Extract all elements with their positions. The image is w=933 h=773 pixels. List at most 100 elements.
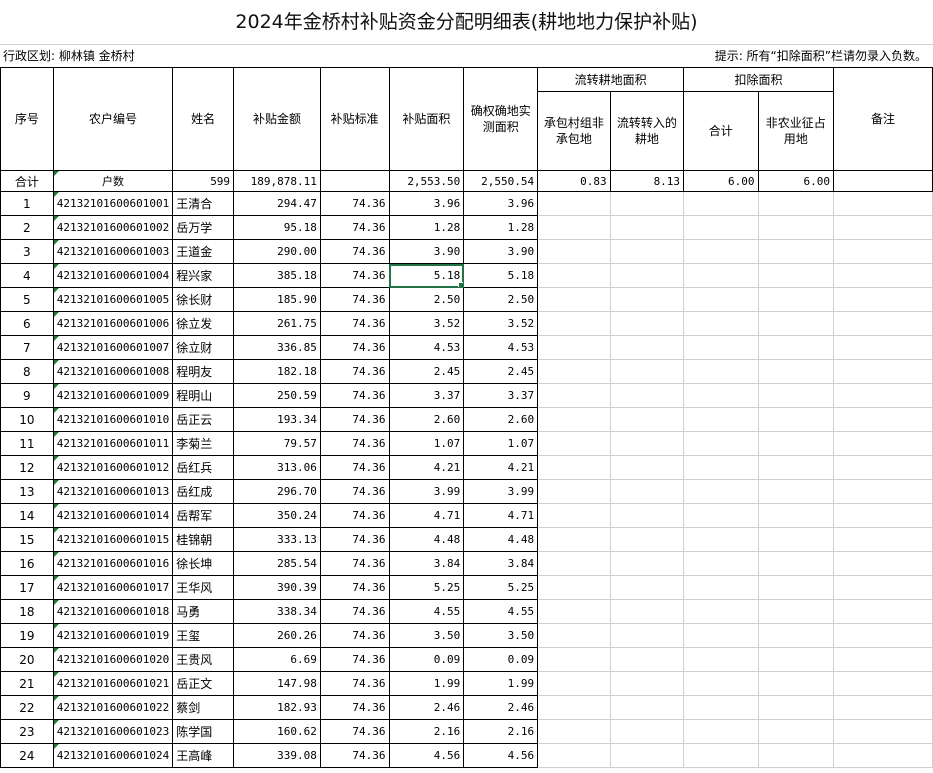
- cell-empty[interactable]: [832, 575, 933, 600]
- cell-confirmed[interactable]: 4.53: [463, 335, 539, 360]
- cell-amount[interactable]: 250.59: [233, 383, 321, 408]
- cell-empty[interactable]: [683, 695, 759, 720]
- cell-amount[interactable]: 182.18: [233, 359, 321, 384]
- cell-empty[interactable]: [609, 647, 685, 672]
- cell-standard[interactable]: 74.36: [319, 431, 390, 456]
- cell-area[interactable]: 4.55: [388, 599, 465, 624]
- summary-households-label[interactable]: 户数: [52, 170, 174, 192]
- cell-standard[interactable]: 74.36: [319, 647, 390, 672]
- cell-empty[interactable]: [832, 335, 933, 360]
- summary-standard[interactable]: [319, 170, 390, 192]
- cell-area[interactable]: 3.90: [388, 239, 465, 264]
- cell-empty[interactable]: [683, 671, 759, 696]
- cell-code[interactable]: 42132101600601014: [52, 503, 174, 528]
- cell-seq[interactable]: 15: [0, 527, 54, 552]
- sheet-title[interactable]: 2024年金桥村补贴资金分配明细表(耕地地力保护补贴): [0, 0, 933, 45]
- cell-name[interactable]: 王华风: [172, 575, 235, 600]
- cell-standard[interactable]: 74.36: [319, 743, 390, 768]
- cell-empty[interactable]: [609, 719, 685, 744]
- cell-empty[interactable]: [832, 719, 933, 744]
- header-transfer-group[interactable]: 流转耕地面积: [537, 67, 685, 92]
- cell-empty[interactable]: [832, 647, 933, 672]
- cell-empty[interactable]: [683, 623, 759, 648]
- cell-confirmed[interactable]: 1.07: [463, 431, 539, 456]
- cell-code[interactable]: 42132101600601011: [52, 431, 174, 456]
- cell-area[interactable]: 4.48: [388, 527, 465, 552]
- cell-empty[interactable]: [609, 599, 685, 624]
- cell-empty[interactable]: [757, 527, 834, 552]
- cell-empty[interactable]: [537, 239, 611, 264]
- cell-empty[interactable]: [757, 455, 834, 480]
- cell-empty[interactable]: [683, 527, 759, 552]
- cell-empty[interactable]: [609, 503, 685, 528]
- cell-empty[interactable]: [537, 599, 611, 624]
- cell-empty[interactable]: [757, 383, 834, 408]
- cell-empty[interactable]: [537, 455, 611, 480]
- cell-amount[interactable]: 385.18: [233, 263, 321, 288]
- cell-area[interactable]: 3.50: [388, 623, 465, 648]
- cell-seq[interactable]: 6: [0, 311, 54, 336]
- header-seq[interactable]: 序号: [0, 67, 54, 171]
- cell-empty[interactable]: [537, 191, 611, 216]
- cell-empty[interactable]: [757, 551, 834, 576]
- cell-empty[interactable]: [683, 335, 759, 360]
- cell-amount[interactable]: 350.24: [233, 503, 321, 528]
- cell-empty[interactable]: [757, 359, 834, 384]
- summary-deduct-total[interactable]: 6.00: [683, 170, 759, 192]
- cell-confirmed[interactable]: 3.50: [463, 623, 539, 648]
- hint-label[interactable]: 提示: 所有“扣除面积”栏请勿录入负数。: [715, 46, 927, 66]
- cell-seq[interactable]: 5: [0, 287, 54, 312]
- cell-area[interactable]: 0.09: [388, 647, 465, 672]
- cell-empty[interactable]: [832, 191, 933, 216]
- cell-confirmed[interactable]: 2.60: [463, 407, 539, 432]
- cell-empty[interactable]: [683, 719, 759, 744]
- cell-empty[interactable]: [832, 383, 933, 408]
- cell-empty[interactable]: [609, 191, 685, 216]
- summary-note[interactable]: [832, 170, 933, 192]
- cell-standard[interactable]: 74.36: [319, 623, 390, 648]
- cell-standard[interactable]: 74.36: [319, 383, 390, 408]
- cell-name[interactable]: 王清合: [172, 191, 235, 216]
- cell-name[interactable]: 岳万学: [172, 215, 235, 240]
- cell-seq[interactable]: 24: [0, 743, 54, 768]
- cell-empty[interactable]: [537, 215, 611, 240]
- cell-empty[interactable]: [683, 263, 759, 288]
- cell-empty[interactable]: [832, 431, 933, 456]
- cell-name[interactable]: 徐长财: [172, 287, 235, 312]
- cell-seq[interactable]: 12: [0, 455, 54, 480]
- cell-empty[interactable]: [609, 695, 685, 720]
- cell-area[interactable]: 3.84: [388, 551, 465, 576]
- cell-confirmed[interactable]: 3.96: [463, 191, 539, 216]
- cell-seq[interactable]: 11: [0, 431, 54, 456]
- cell-seq[interactable]: 8: [0, 359, 54, 384]
- cell-empty[interactable]: [683, 359, 759, 384]
- cell-amount[interactable]: 260.26: [233, 623, 321, 648]
- cell-empty[interactable]: [683, 191, 759, 216]
- cell-name[interactable]: 徐立财: [172, 335, 235, 360]
- cell-empty[interactable]: [609, 551, 685, 576]
- cell-amount[interactable]: 333.13: [233, 527, 321, 552]
- cell-empty[interactable]: [832, 503, 933, 528]
- cell-name[interactable]: 王玺: [172, 623, 235, 648]
- cell-confirmed[interactable]: 3.37: [463, 383, 539, 408]
- cell-empty[interactable]: [757, 431, 834, 456]
- cell-empty[interactable]: [683, 407, 759, 432]
- cell-empty[interactable]: [609, 287, 685, 312]
- cell-standard[interactable]: 74.36: [319, 575, 390, 600]
- cell-empty[interactable]: [757, 311, 834, 336]
- cell-empty[interactable]: [683, 743, 759, 768]
- cell-empty[interactable]: [757, 215, 834, 240]
- cell-name[interactable]: 岳红兵: [172, 455, 235, 480]
- cell-empty[interactable]: [537, 383, 611, 408]
- cell-empty[interactable]: [537, 359, 611, 384]
- cell-empty[interactable]: [537, 695, 611, 720]
- cell-area[interactable]: 2.46: [388, 695, 465, 720]
- summary-deduct-nonfarm[interactable]: 6.00: [757, 170, 834, 192]
- cell-confirmed[interactable]: 4.21: [463, 455, 539, 480]
- cell-empty[interactable]: [609, 671, 685, 696]
- cell-name[interactable]: 岳帮军: [172, 503, 235, 528]
- region-label[interactable]: 行政区划: 柳林镇 金桥村: [3, 46, 135, 66]
- cell-confirmed[interactable]: 2.46: [463, 695, 539, 720]
- cell-empty[interactable]: [683, 431, 759, 456]
- cell-empty[interactable]: [609, 743, 685, 768]
